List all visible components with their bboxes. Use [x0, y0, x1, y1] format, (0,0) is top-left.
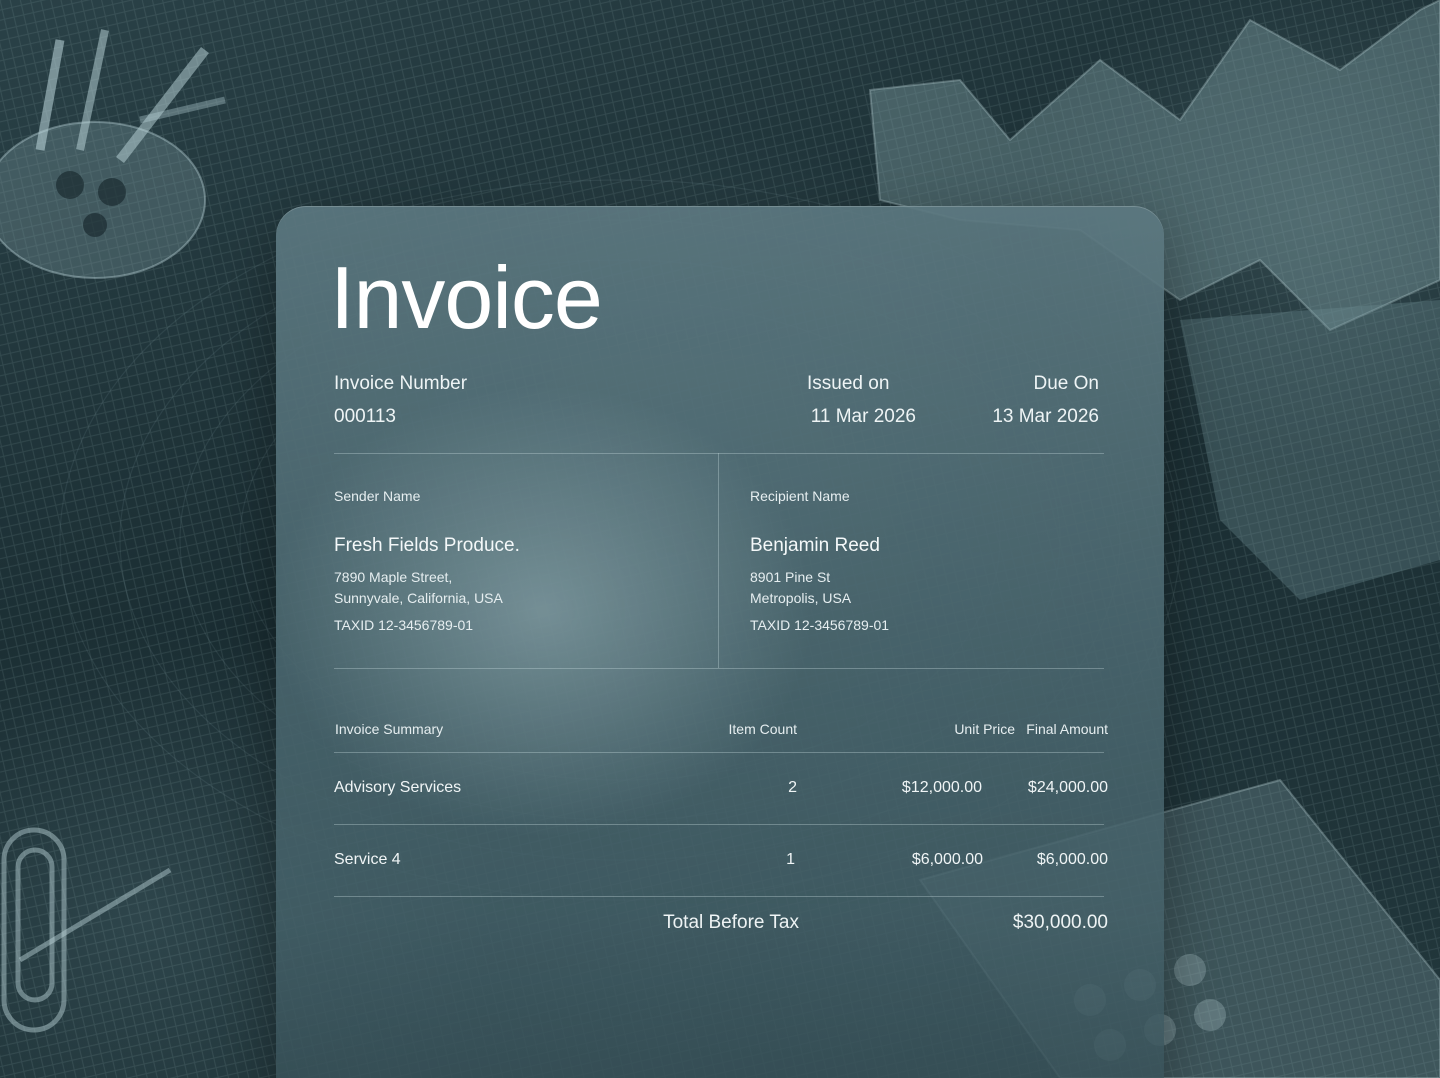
sender-address-line1: 7890 Maple Street,: [334, 569, 453, 585]
invoice-card: Invoice Invoice Number 000113 Issued on …: [276, 206, 1164, 1078]
row-final-amount: $6,000.00: [1036, 851, 1108, 868]
total-before-tax-value: $30,000.00: [1012, 912, 1108, 933]
row-final-amount: $24,000.00: [1027, 779, 1108, 796]
card-fade-overlay: [276, 916, 1164, 1078]
row-count: 1: [786, 851, 795, 868]
recipient-name: Benjamin Reed: [750, 535, 880, 556]
issued-on-value: 11 Mar 2026: [810, 406, 916, 427]
divider: [334, 668, 1104, 669]
divider: [334, 824, 1104, 825]
invoice-title: Invoice: [330, 248, 603, 347]
row-unit-price: $6,000.00: [911, 851, 983, 868]
due-on-value: 13 Mar 2026: [992, 406, 1099, 427]
recipient-address-line2: Metropolis, USA: [750, 590, 852, 606]
column-header-count: Item Count: [728, 721, 797, 737]
row-unit-price: $12,000.00: [901, 779, 982, 796]
recipient-tax-id: TAXID 12-3456789-01: [750, 617, 890, 633]
due-on-label: Due On: [1033, 373, 1099, 394]
row-description: Advisory Services: [334, 779, 462, 796]
column-header-final-amount: Final Amount: [1026, 721, 1108, 737]
divider: [334, 896, 1104, 897]
row-count: 2: [788, 779, 797, 796]
sender-name-label: Sender Name: [334, 488, 421, 504]
column-header-unit-price: Unit Price: [954, 721, 1015, 737]
invoice-number-label: Invoice Number: [334, 373, 468, 394]
invoice-number-value: 000113: [334, 406, 396, 427]
recipient-address-line1: 8901 Pine St: [750, 569, 831, 585]
sender-tax-id: TAXID 12-3456789-01: [334, 617, 474, 633]
divider: [334, 752, 1104, 753]
column-header-description: Invoice Summary: [335, 721, 444, 737]
party-divider: [718, 453, 719, 668]
recipient-name-label: Recipient Name: [750, 488, 850, 504]
total-before-tax-label: Total Before Tax: [663, 912, 799, 933]
issued-on-label: Issued on: [807, 373, 890, 394]
row-description: Service 4: [334, 851, 401, 868]
divider: [334, 453, 1104, 454]
sender-address-line2: Sunnyvale, California, USA: [334, 590, 503, 606]
sender-name: Fresh Fields Produce.: [334, 535, 520, 556]
